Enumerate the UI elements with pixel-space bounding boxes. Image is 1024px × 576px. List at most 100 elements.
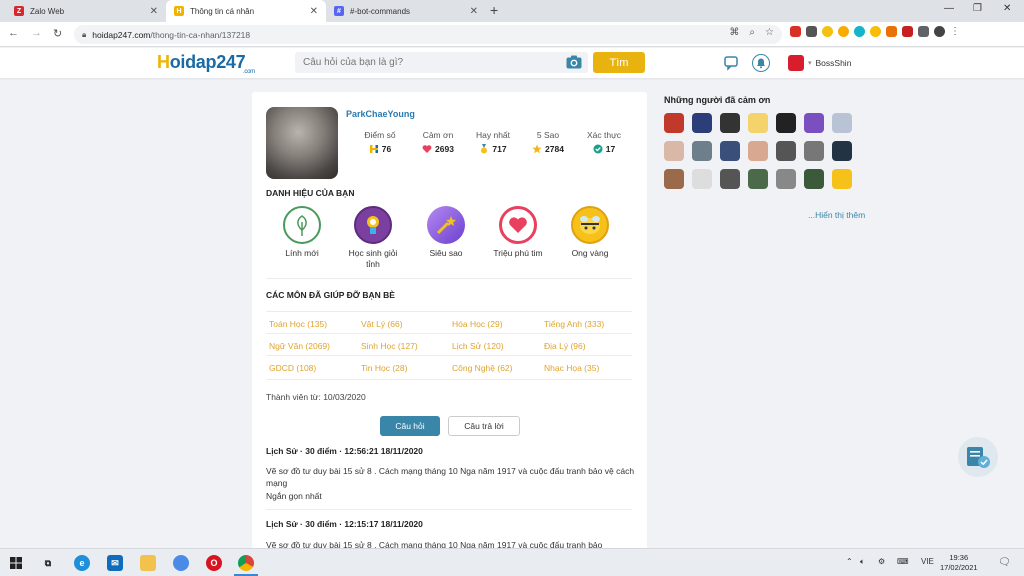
subject-link[interactable]: Toán Học (135) (269, 319, 327, 329)
site-logo[interactable]: Hoidap247 .com (157, 52, 255, 75)
network-icon[interactable]: ⚙︎ (878, 557, 885, 566)
bee-icon (571, 206, 609, 244)
chevron-up-icon[interactable]: ⌃ (846, 557, 853, 566)
translate-icon[interactable]: ⌘ (729, 27, 739, 38)
notifications-icon[interactable]: 🗨︎ (998, 557, 1011, 568)
close-icon[interactable]: ✕ (150, 6, 158, 17)
browser-toolbar: ← → ↻ 🔒︎ hoidap247.com/thong-tin-ca-nhan… (0, 22, 1024, 47)
thanked-user-avatar[interactable] (776, 141, 796, 161)
thanked-user-avatar[interactable] (832, 169, 852, 189)
tab-questions[interactable]: Câu hỏi (380, 416, 440, 436)
user-menu[interactable]: ▾ BossShin (788, 55, 851, 71)
close-icon[interactable]: ✕ (310, 6, 318, 17)
floating-action-button[interactable] (958, 437, 998, 477)
thanked-user-avatar[interactable] (664, 169, 684, 189)
extension-icon[interactable] (806, 26, 817, 37)
mail-icon[interactable]: ✉ (107, 555, 123, 571)
tab-zalo[interactable]: Z Zalo Web ✕ (6, 0, 166, 22)
subject-link[interactable]: Hóa Học (29) (452, 319, 503, 329)
close-window-icon[interactable]: ✕ (1003, 3, 1011, 14)
close-icon[interactable]: ✕ (470, 6, 478, 17)
search-input[interactable]: Câu hỏi của bạn là gì? (295, 52, 588, 73)
thanked-user-avatar[interactable] (804, 141, 824, 161)
subject-link[interactable]: Tiếng Anh (333) (544, 319, 604, 329)
volume-icon[interactable]: 🔈︎ (860, 557, 865, 567)
extension-icon[interactable] (854, 26, 865, 37)
tab-answers[interactable]: Câu trả lời (448, 416, 520, 436)
bell-icon[interactable] (752, 54, 770, 72)
thanked-user-avatar[interactable] (720, 169, 740, 189)
thanked-user-avatar[interactable] (664, 141, 684, 161)
chrome-beta-icon[interactable] (173, 555, 189, 571)
subject-link[interactable]: Tin Học (28) (361, 363, 407, 373)
subject-link[interactable]: Sinh Học (127) (361, 341, 418, 351)
badge-hoc-sinh-gioi[interactable]: Học sinh giỏi tỉnh (341, 206, 405, 270)
badge-trieu-phu-tim[interactable]: Triệu phú tim (486, 206, 550, 259)
menu-dots-icon[interactable]: ⋮ (950, 26, 960, 37)
thanked-user-avatar[interactable] (720, 141, 740, 161)
system-clock[interactable]: 19:36 17/02/2021 (940, 553, 978, 573)
subject-link[interactable]: Lịch Sử (120) (452, 341, 504, 351)
camera-icon[interactable] (566, 55, 582, 69)
badge-ong-vang[interactable]: Ong vàng (558, 206, 622, 259)
thanked-user-avatar[interactable] (776, 169, 796, 189)
thanked-user-avatar[interactable] (804, 169, 824, 189)
thanked-user-avatar[interactable] (804, 113, 824, 133)
zoom-icon[interactable]: ⌕ (749, 27, 755, 38)
subject-link[interactable]: Công Nghệ (62) (452, 363, 512, 373)
thanked-user-avatar[interactable] (692, 169, 712, 189)
extension-icon[interactable] (902, 26, 913, 37)
new-tab-button[interactable]: + (490, 2, 498, 18)
stat-five-star: 5 Sao 2784 (523, 130, 573, 154)
task-view-icon[interactable]: ⧉ (40, 555, 56, 571)
thanked-user-avatar[interactable] (748, 169, 768, 189)
minimize-icon[interactable]: — (944, 3, 954, 14)
forward-icon[interactable]: → (31, 27, 42, 39)
subject-link[interactable]: Địa Lý (96) (544, 341, 586, 351)
emoji-extension-icon[interactable] (870, 26, 881, 37)
file-explorer-icon[interactable] (140, 555, 156, 571)
subject-link[interactable]: Ngữ Văn (2069) (269, 341, 330, 351)
extensions-bar: ⋮ (790, 26, 960, 37)
bookmark-star-icon[interactable]: ☆ (765, 27, 774, 38)
extension-icon[interactable] (790, 26, 801, 37)
chat-icon[interactable] (723, 54, 741, 72)
badge-linh-moi[interactable]: Lính mới (270, 206, 334, 259)
emoji-extension-icon[interactable] (838, 26, 849, 37)
subject-link[interactable]: GDCD (108) (269, 363, 316, 373)
thanked-user-avatar[interactable] (692, 113, 712, 133)
puzzle-extensions-icon[interactable] (918, 26, 929, 37)
profile-avatar-icon[interactable] (934, 26, 945, 37)
star-icon (532, 144, 542, 154)
input-language[interactable]: VIE (921, 557, 934, 566)
emoji-extension-icon[interactable] (822, 26, 833, 37)
thanked-user-avatar[interactable] (748, 141, 768, 161)
chrome-icon[interactable] (238, 555, 254, 571)
reload-icon[interactable]: ↻ (53, 27, 62, 40)
subject-link[interactable]: Vật Lý (66) (361, 319, 403, 329)
opera-icon[interactable]: O (206, 555, 222, 571)
subject-link[interactable]: Nhạc Họa (35) (544, 363, 599, 373)
thanked-user-avatar[interactable] (832, 141, 852, 161)
thanked-user-avatar[interactable] (832, 113, 852, 133)
show-more-link[interactable]: ...Hiển thị thêm (808, 210, 865, 220)
keyboard-icon[interactable]: ⌨︎ (897, 557, 909, 566)
internet-explorer-icon[interactable]: e (74, 555, 90, 571)
thanked-user-avatar[interactable] (664, 113, 684, 133)
extension-icon[interactable] (886, 26, 897, 37)
profile-name[interactable]: ParkChaeYoung (346, 109, 415, 119)
tab-profile[interactable]: H Thông tin cá nhân ✕ (166, 0, 326, 22)
start-windows-icon[interactable] (8, 555, 24, 571)
tab-discord[interactable]: # #-bot-commands ✕ (326, 0, 486, 22)
thanked-user-avatar[interactable] (720, 113, 740, 133)
thanked-user-avatar[interactable] (748, 113, 768, 133)
restore-icon[interactable]: ❐ (973, 3, 982, 14)
back-icon[interactable]: ← (8, 27, 19, 39)
question-text[interactable]: Vẽ sơ đồ tư duy bài 15 sử 8 . Cách mạng … (266, 465, 636, 489)
badge-sieu-sao[interactable]: Siêu sao (414, 206, 478, 259)
search-button[interactable]: Tìm (593, 52, 645, 73)
address-bar[interactable]: 🔒︎ hoidap247.com/thong-tin-ca-nhan/13721… (74, 25, 782, 44)
thanked-user-avatar[interactable] (776, 113, 796, 133)
thanked-user-avatar[interactable] (692, 141, 712, 161)
stat-best: Hay nhất 717 (468, 130, 518, 154)
